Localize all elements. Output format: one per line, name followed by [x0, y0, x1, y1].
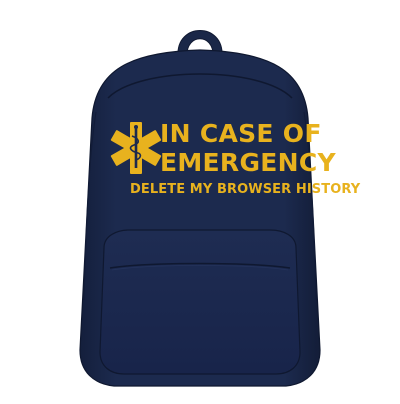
- backpack: [79, 30, 321, 387]
- print-line-2: EMERGENCY: [160, 148, 336, 177]
- front-pocket: [99, 229, 301, 375]
- print-line-1: IN CASE OF: [160, 119, 322, 148]
- product-image: IN CASE OF EMERGENCY DELETE MY BROWSER H…: [0, 0, 400, 400]
- print-line-3: DELETE MY BROWSER HISTORY: [130, 182, 361, 197]
